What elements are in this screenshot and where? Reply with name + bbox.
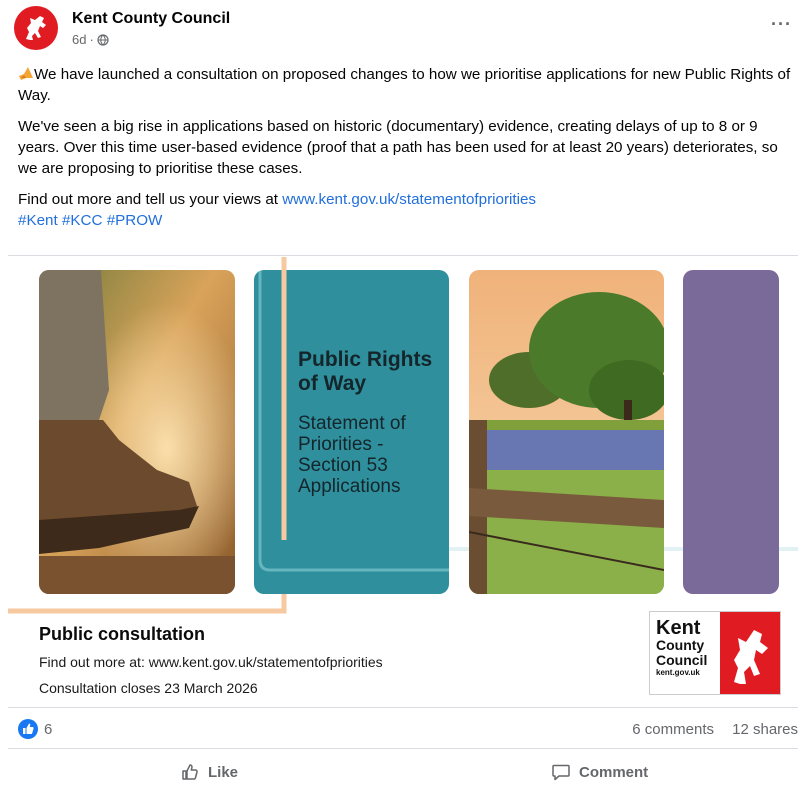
like-reaction-icon[interactable] xyxy=(18,719,38,739)
actions-top-divider xyxy=(8,748,798,749)
kcc-horse-emblem xyxy=(720,612,780,694)
post-image[interactable]: Public Rights of Way Statement of Priori… xyxy=(8,257,798,705)
media-top-divider xyxy=(8,255,798,256)
post-header: Kent County Council 6d · ··· xyxy=(14,6,794,52)
kcc-logo-word-council: Council xyxy=(656,652,708,668)
kcc-logo-text: Kent County Council kent.gov.uk xyxy=(656,618,714,678)
comment-button[interactable]: Comment xyxy=(551,754,648,790)
consultation-link-text: Find out more at: www.kent.gov.uk/statem… xyxy=(39,654,383,670)
meadow-illustration xyxy=(469,270,664,594)
horse-emblem-icon xyxy=(734,630,768,684)
teal-card-subtitle: Statement of Priorities - Section 53 App… xyxy=(298,413,406,497)
hashtag-kcc[interactable]: #KCC xyxy=(62,212,103,229)
post-paragraph-3: Find out more and tell us your views at … xyxy=(18,189,793,210)
like-outline-icon xyxy=(182,764,198,780)
meadow-image xyxy=(469,270,664,594)
kcc-logo-word-county: County xyxy=(656,637,705,653)
post-time[interactable]: 6d xyxy=(72,32,86,47)
shares-count[interactable]: 12 shares xyxy=(732,721,798,738)
post-paragraph-1-text: We have launched a consultation on propo… xyxy=(18,66,791,104)
purple-card xyxy=(683,270,779,594)
post-meta: 6d · xyxy=(72,32,109,47)
stats-top-divider xyxy=(8,707,798,708)
post-paragraph-3-text: Find out more and tell us your views at xyxy=(18,191,283,208)
thumbs-up-icon xyxy=(23,723,34,734)
post-text: We have launched a consultation on propo… xyxy=(18,64,793,231)
more-options-icon[interactable]: ··· xyxy=(771,14,792,35)
hashtag-prow[interactable]: #PROW xyxy=(107,212,163,229)
post-paragraph-2: We've seen a big rise in applications ba… xyxy=(18,118,778,177)
megaphone-emoji-icon xyxy=(19,67,33,80)
hashtags: #Kent #KCC #PROW xyxy=(18,210,793,231)
kcc-logo-word-kent: Kent xyxy=(656,617,701,639)
comment-button-label: Comment xyxy=(579,763,649,781)
consultation-title: Public consultation xyxy=(39,624,206,644)
kcc-logo: Kent County Council kent.gov.uk xyxy=(649,611,781,695)
page-name[interactable]: Kent County Council xyxy=(72,10,230,28)
hashtag-kent[interactable]: #Kent xyxy=(18,212,58,229)
like-count[interactable]: 6 xyxy=(44,721,52,738)
post-paragraph-1: We have launched a consultation on propo… xyxy=(18,64,793,106)
globe-icon xyxy=(97,33,109,46)
comment-icon xyxy=(552,764,570,781)
page-avatar[interactable] xyxy=(14,6,58,50)
like-button[interactable]: Like xyxy=(180,754,238,790)
horse-logo-icon xyxy=(26,16,46,40)
like-button-label: Like xyxy=(208,763,239,781)
teal-title-card: Public Rights of Way Statement of Priori… xyxy=(254,270,449,594)
consultation-close-date: Consultation closes 23 March 2026 xyxy=(39,680,258,696)
reaction-stats: 6 6 comments 12 shares xyxy=(18,718,798,742)
teal-card-title: Public Rights of Way xyxy=(298,348,433,395)
comments-count[interactable]: 6 comments xyxy=(632,721,714,738)
statement-link[interactable]: www.kent.gov.uk/statementofpriorities xyxy=(282,191,536,208)
kcc-logo-url: kent.gov.uk xyxy=(656,668,700,677)
